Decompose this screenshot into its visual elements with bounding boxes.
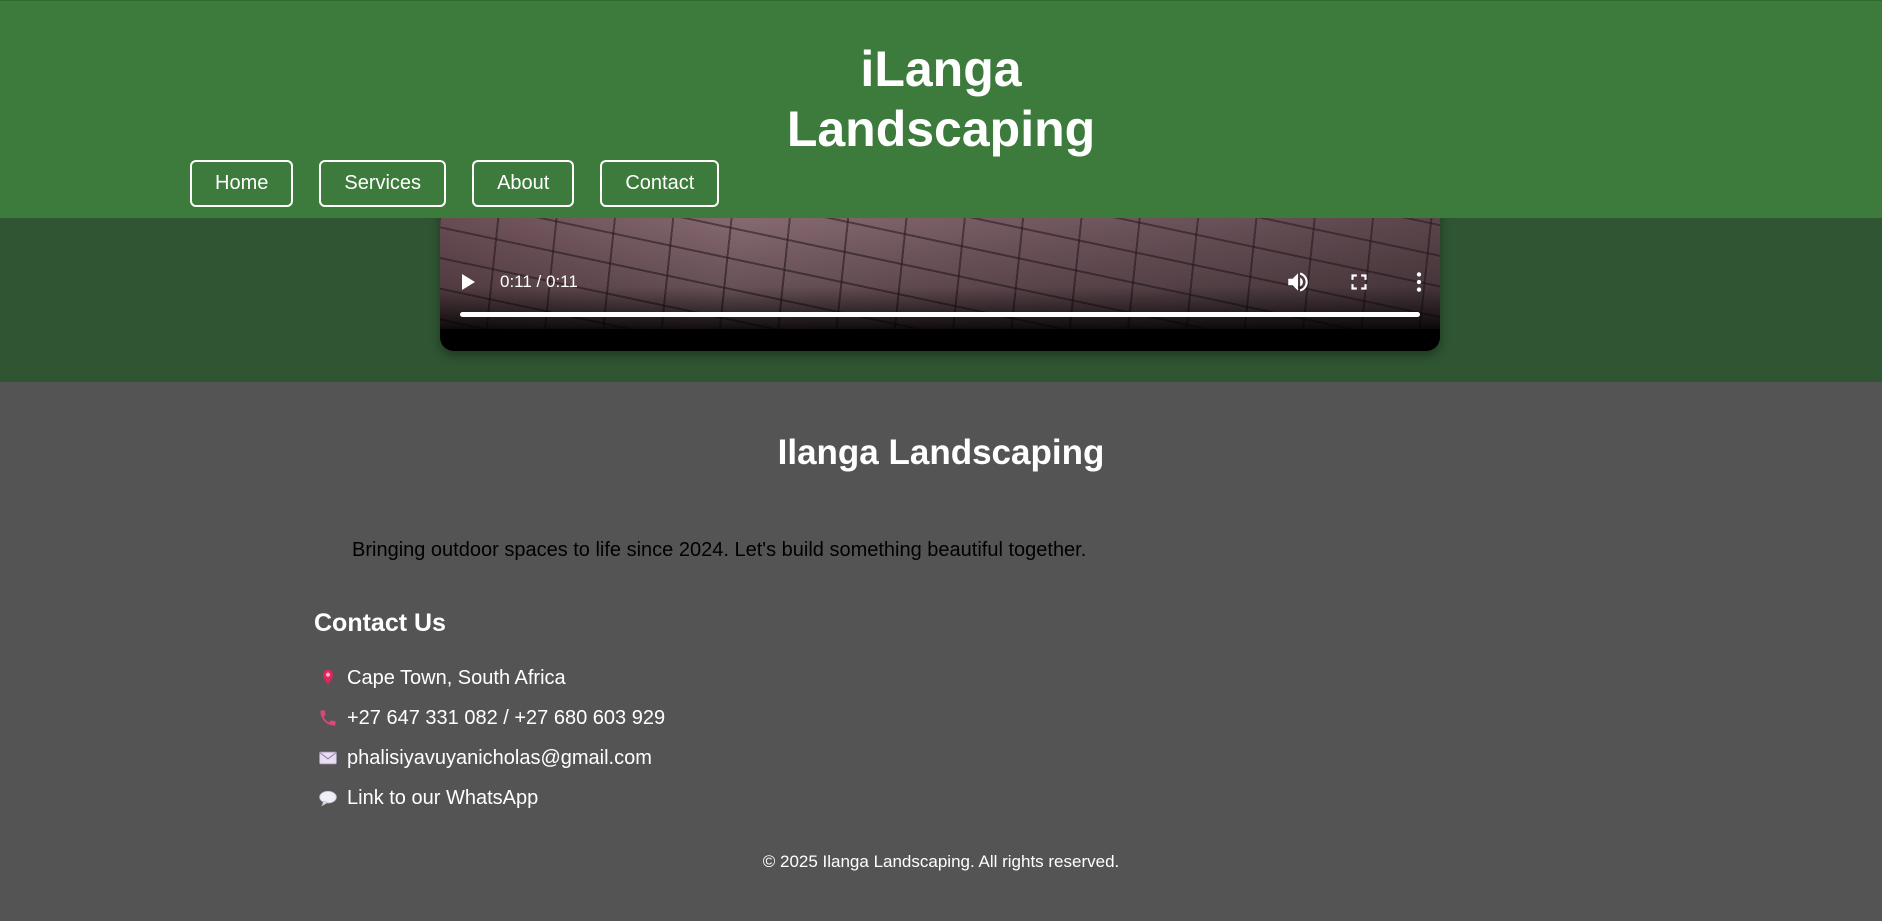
site-title-line-1: iLanga bbox=[860, 41, 1022, 97]
video-progress-bar[interactable] bbox=[460, 312, 1420, 317]
video-control-bar bbox=[440, 329, 1440, 351]
video-player[interactable]: 0:11 / 0:11 bbox=[440, 208, 1440, 351]
site-title: iLanga Landscaping bbox=[0, 39, 1882, 159]
main-nav: Home Services About Contact bbox=[190, 160, 720, 207]
map-pin-icon bbox=[316, 666, 340, 690]
more-options-icon[interactable] bbox=[1406, 269, 1432, 295]
copyright-text: © 2025 Ilanga Landscaping. All rights re… bbox=[762, 852, 1120, 871]
footer-tagline: Bringing outdoor spaces to life since 20… bbox=[352, 539, 1087, 561]
contact-heading: Contact Us bbox=[314, 609, 446, 637]
phone-icon bbox=[316, 706, 340, 730]
contact-item-email: phalisiyavuyanicholas@gmail.com bbox=[316, 738, 665, 778]
site-header: iLanga Landscaping Home Services About C… bbox=[0, 0, 1882, 218]
nav-about-button[interactable]: About bbox=[472, 160, 575, 207]
contact-whatsapp-link[interactable]: Link to our WhatsApp bbox=[347, 787, 538, 810]
contact-phone-text[interactable]: +27 647 331 082 / +27 680 603 929 bbox=[347, 707, 665, 730]
nav-home-button[interactable]: Home bbox=[190, 160, 294, 207]
contact-list: Cape Town, South Africa +27 647 331 082 … bbox=[316, 658, 665, 818]
speech-bubble-icon bbox=[316, 786, 340, 810]
footer-title: Ilanga Landscaping bbox=[777, 433, 1105, 472]
site-title-line-2: Landscaping bbox=[786, 101, 1096, 157]
nav-services-button[interactable]: Services bbox=[319, 160, 447, 207]
contact-location-text: Cape Town, South Africa bbox=[347, 666, 566, 689]
video-time: 0:11 / 0:11 bbox=[500, 272, 578, 291]
envelope-icon bbox=[316, 746, 340, 770]
video-section: 0:11 / 0:11 bbox=[0, 208, 1882, 382]
contact-item-phone: +27 647 331 082 / +27 680 603 929 bbox=[316, 698, 665, 738]
volume-icon[interactable] bbox=[1285, 269, 1311, 295]
play-icon[interactable] bbox=[462, 274, 475, 290]
site-footer: Ilanga Landscaping Bringing outdoor spac… bbox=[0, 382, 1882, 921]
contact-item-location: Cape Town, South Africa bbox=[316, 658, 665, 698]
fullscreen-icon[interactable] bbox=[1346, 269, 1372, 295]
contact-item-whatsapp: Link to our WhatsApp bbox=[316, 778, 665, 818]
nav-contact-button[interactable]: Contact bbox=[600, 160, 720, 207]
contact-email-link[interactable]: phalisiyavuyanicholas@gmail.com bbox=[347, 747, 652, 770]
